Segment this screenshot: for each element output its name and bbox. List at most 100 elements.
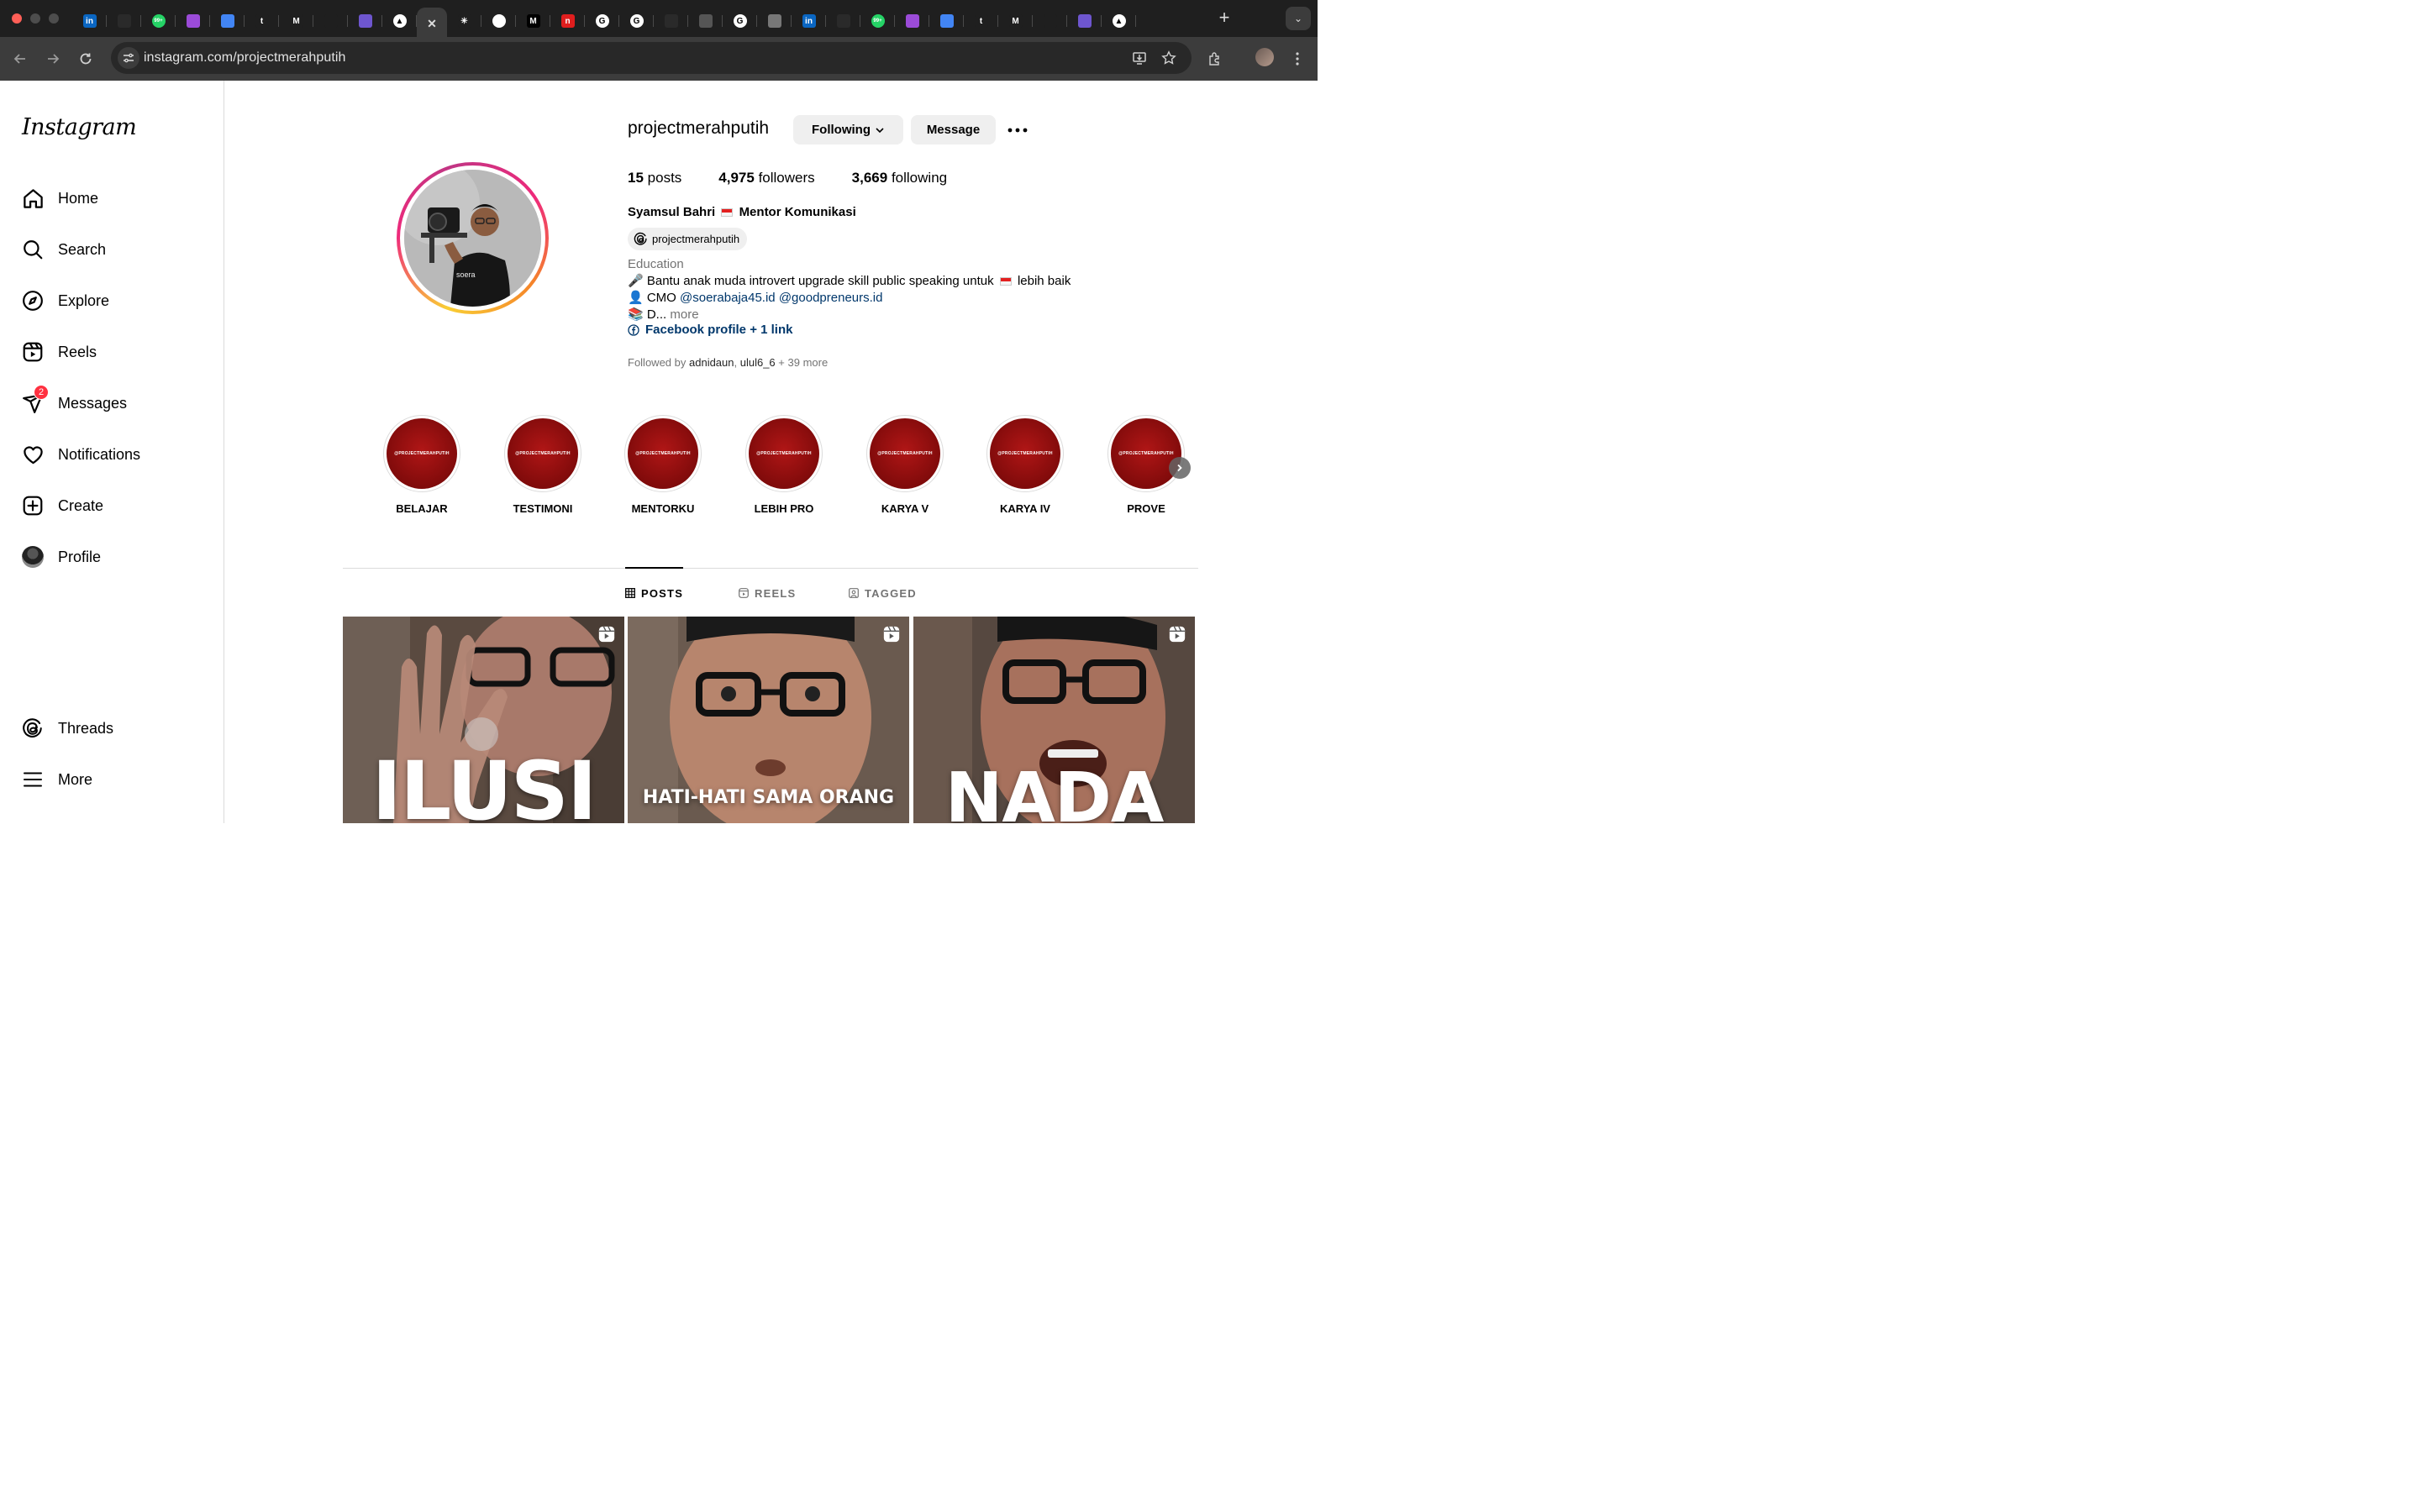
mutual-follower[interactable]: ulul6_6 [740, 356, 776, 369]
highlight-item[interactable]: @PROJECTMERAHPUTIH BELAJAR [383, 415, 460, 515]
post-caption: ILUSI [371, 744, 597, 823]
bar-tab[interactable] [313, 8, 348, 34]
gmail-tab-2[interactable]: M [998, 8, 1033, 34]
github-tab-2[interactable] [654, 8, 688, 34]
zoom-window-button[interactable] [49, 13, 59, 24]
linkedin-tab[interactable]: in [72, 8, 107, 34]
nav-explore[interactable]: Explore [10, 281, 212, 321]
indonesia-flag-icon [999, 277, 1012, 286]
trello-tab[interactable] [176, 8, 210, 34]
following-button[interactable]: Following [793, 115, 903, 144]
minimize-window-button[interactable] [30, 13, 40, 24]
profile-options-button[interactable] [1007, 120, 1028, 140]
notion-tab[interactable]: n [550, 8, 585, 34]
profile-photo: soera [404, 170, 541, 307]
nav-threads[interactable]: Threads [10, 708, 212, 748]
highlight-item[interactable]: @PROJECTMERAHPUTIH MENTORKU [624, 415, 702, 515]
forward-button[interactable] [41, 47, 65, 71]
nav-search[interactable]: Search [10, 229, 212, 270]
tab-posts[interactable]: POSTS [625, 585, 683, 601]
highlight-item[interactable]: @PROJECTMERAHPUTIH TESTIMONI [504, 415, 581, 515]
following-stat[interactable]: 3,669 following [852, 170, 947, 186]
followed-by[interactable]: Followed by adnidaun, ulul6_6 + 39 more [628, 356, 828, 369]
nav-create[interactable]: Create [10, 486, 212, 526]
mention-link[interactable]: @soerabaja45.id [680, 291, 776, 305]
profile-avatar-story-ring[interactable]: soera [397, 162, 549, 314]
post-tile[interactable]: ILUSI [343, 617, 624, 823]
messages-badge: 2 [34, 385, 49, 400]
list-tab-2[interactable] [1067, 8, 1102, 34]
whatsapp-tab[interactable]: 99+ [141, 8, 176, 34]
highlight-item[interactable]: @PROJECTMERAHPUTIH KARYA IV [986, 415, 1064, 515]
t-tab[interactable]: t [245, 8, 279, 34]
google-icon: G [733, 14, 747, 28]
vercel-tab[interactable]: ▲ [382, 8, 417, 34]
bookmark-star-button[interactable] [1160, 50, 1177, 66]
message-button[interactable]: Message [911, 115, 996, 144]
highlight-cover-text: @PROJECTMERAHPUTIH [997, 451, 1053, 456]
medium-tab[interactable]: M [516, 8, 550, 34]
docs-tab[interactable] [210, 8, 245, 34]
following-button-label: Following [812, 123, 871, 137]
mention-link[interactable]: @goodpreneurs.id [779, 291, 883, 305]
nav-more-label: More [58, 770, 93, 788]
tab-search-button[interactable]: ⌄ [1286, 7, 1311, 30]
site-info-button[interactable] [118, 47, 139, 69]
new-tab-button[interactable]: + [1217, 8, 1232, 28]
back-button[interactable] [8, 47, 32, 71]
highlight-item[interactable]: @PROJECTMERAHPUTIH KARYA V [866, 415, 944, 515]
profile-avatar-button[interactable] [1255, 48, 1274, 66]
address-bar[interactable]: instagram.com/projectmerahputih [111, 42, 1192, 74]
extensions-button[interactable] [1205, 49, 1225, 69]
vercel-tab-2[interactable]: ▲ [1102, 8, 1136, 34]
close-window-button[interactable] [12, 13, 22, 24]
instagram-logo[interactable]: Instagram [22, 114, 137, 140]
whatsapp-tab-2[interactable]: 99+ [860, 8, 895, 34]
reload-button[interactable] [74, 47, 97, 71]
chrome-tab[interactable] [757, 8, 792, 34]
tab-tagged[interactable]: TAGGED [849, 585, 917, 601]
nav-home[interactable]: Home [10, 178, 212, 218]
full-name-first: Syamsul Bahri [628, 205, 716, 219]
docs-tab-2[interactable] [929, 8, 964, 34]
google-tab-2[interactable]: G [619, 8, 654, 34]
bar-tab-2[interactable] [1033, 8, 1067, 34]
reel-icon [1169, 626, 1186, 643]
nav-profile[interactable]: Profile [10, 537, 212, 577]
mutual-follower[interactable]: adnidaun [689, 356, 734, 369]
tab-reels[interactable]: REELS [739, 585, 796, 601]
google-tab-1[interactable]: G [585, 8, 619, 34]
chatgpt-tab[interactable] [481, 8, 516, 34]
post-tile[interactable]: NADA [913, 617, 1195, 823]
nav-reels[interactable]: Reels [10, 332, 212, 372]
facebook-icon [628, 323, 639, 336]
nav-notifications[interactable]: Notifications [10, 434, 212, 475]
gmail-tab[interactable]: M [279, 8, 313, 34]
profile-links[interactable]: Facebook profile + 1 link [628, 323, 792, 337]
heart-icon [21, 443, 45, 466]
instagram-tab[interactable]: ✕ [417, 8, 447, 39]
highlights-next-button[interactable] [1169, 457, 1191, 479]
threads-badge-link[interactable]: projectmerahputih [628, 228, 748, 250]
followers-stat[interactable]: 4,975 followers [718, 170, 814, 186]
install-app-button[interactable] [1131, 50, 1148, 66]
bio-more-button[interactable]: more [670, 307, 698, 322]
post-tile[interactable]: HATI-HATI SAMA ORANG [628, 617, 909, 823]
close-icon[interactable]: ✕ [425, 17, 439, 30]
claude-tab[interactable]: ✳ [447, 8, 481, 34]
github-tab-3[interactable] [826, 8, 860, 34]
list-tab[interactable] [348, 8, 382, 34]
nav-messages[interactable]: 2 Messages [10, 383, 212, 423]
nav-more[interactable]: More [10, 759, 212, 800]
github-tab[interactable] [107, 8, 141, 34]
globe-tab[interactable] [688, 8, 723, 34]
linkedin-tab-2[interactable]: in [792, 8, 826, 34]
highlight-cover-text: @PROJECTMERAHPUTIH [1118, 451, 1174, 456]
chrome-menu-button[interactable] [1287, 49, 1307, 69]
highlight-item[interactable]: @PROJECTMERAHPUTIH LEBIH PRO [745, 415, 823, 515]
trello-tab-2[interactable] [895, 8, 929, 34]
t-tab-2[interactable]: t [964, 8, 998, 34]
active-tab-indicator [625, 567, 683, 569]
reels-icon [739, 588, 749, 598]
google-tab-3[interactable]: G [723, 8, 757, 34]
